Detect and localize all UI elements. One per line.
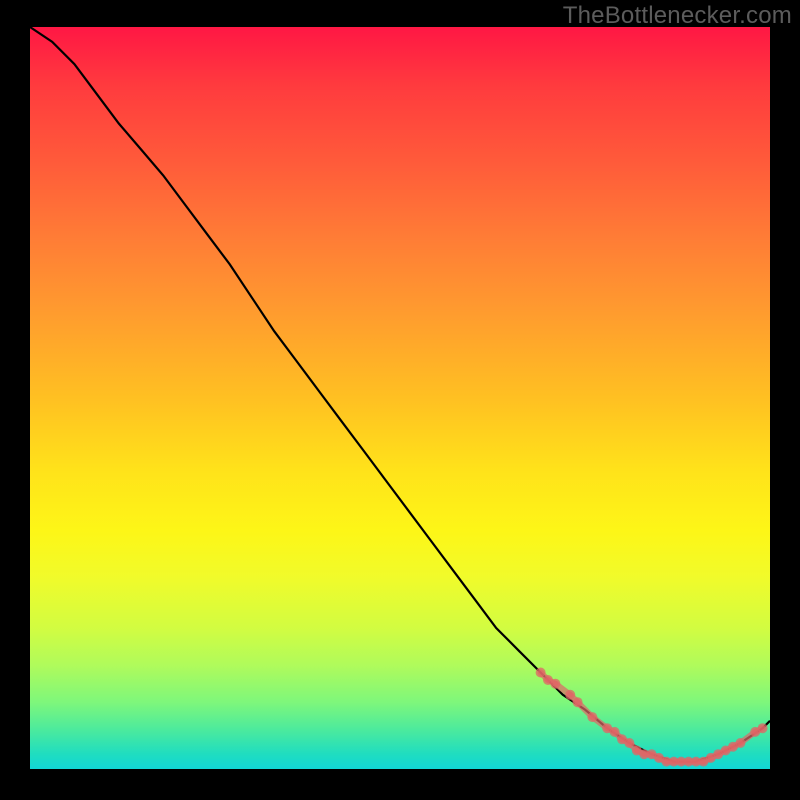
highlight-dots-group: [536, 668, 768, 767]
watermark-text: TheBottlenecker.com: [563, 2, 792, 30]
plot-outer: [30, 27, 770, 769]
highlight-dot: [550, 679, 560, 689]
highlight-dot: [624, 738, 634, 748]
bottleneck-curve-line: [30, 27, 770, 762]
highlight-dot: [587, 712, 597, 722]
highlight-dot: [610, 727, 620, 737]
highlight-dot: [573, 697, 583, 707]
highlight-dot: [536, 668, 546, 678]
chart-svg: [30, 27, 770, 769]
highlight-dot: [758, 723, 768, 733]
highlight-dot: [565, 690, 575, 700]
highlight-dot: [735, 738, 745, 748]
chart-frame: TheBottlenecker.com: [0, 0, 800, 800]
